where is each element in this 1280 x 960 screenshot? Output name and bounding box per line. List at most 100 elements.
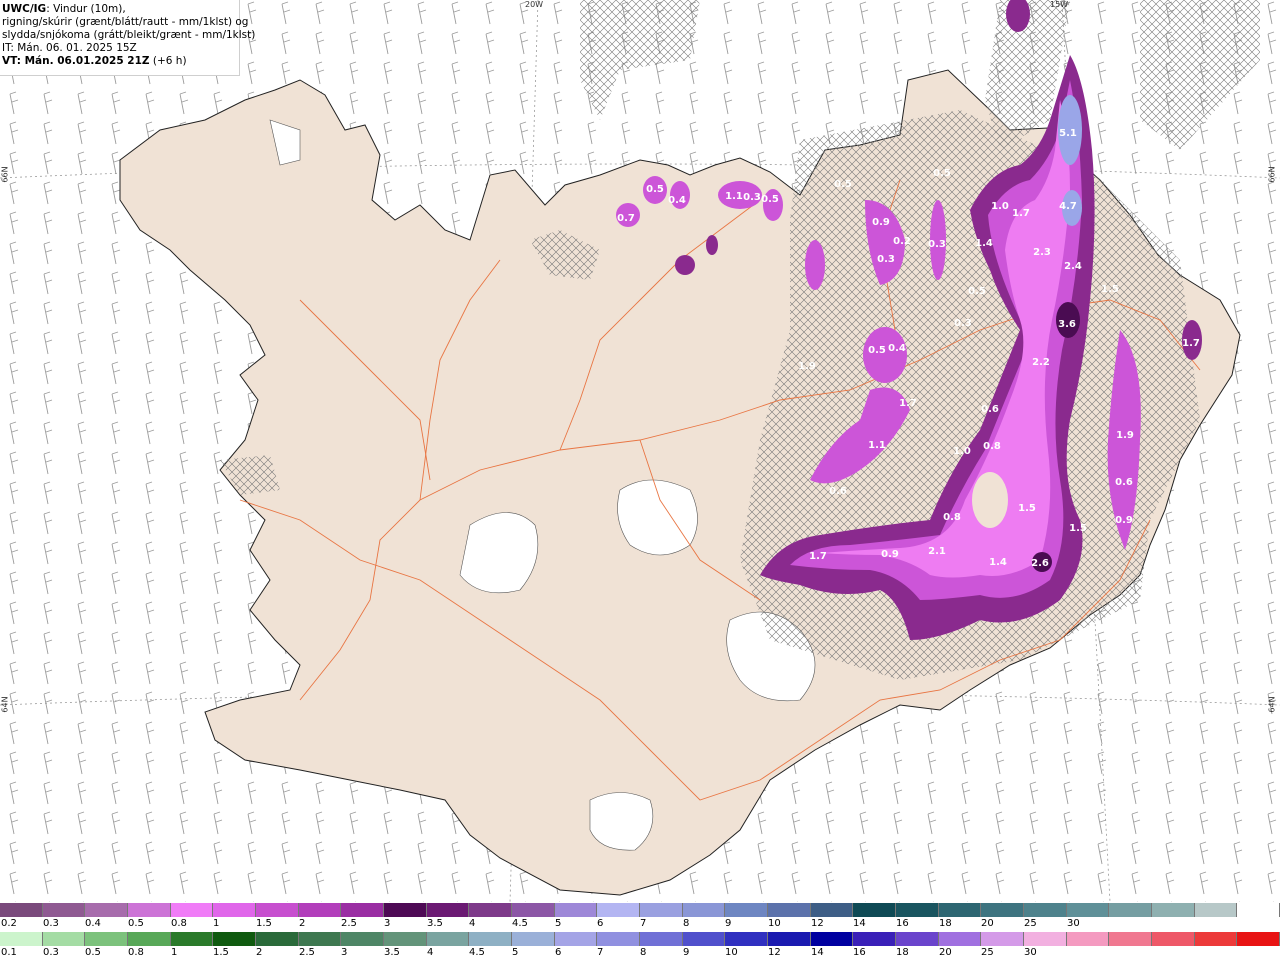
- legend-swatch: [938, 903, 982, 917]
- precip-value-label: 0.5: [834, 179, 852, 190]
- legend-tick-label: 8: [640, 947, 647, 958]
- legend-swatch: [469, 932, 513, 946]
- legend-swatch: [384, 903, 427, 917]
- legend-tick-label: 14: [811, 947, 824, 958]
- info-line2: rigning/skúrir (grænt/blátt/rautt - mm/1…: [2, 16, 249, 28]
- precip-value-label: 1.1: [725, 191, 743, 202]
- legend-swatch: [1194, 932, 1238, 946]
- legend-swatch: [85, 932, 129, 946]
- legend-tick-label: 4: [469, 918, 476, 929]
- legend-swatch: [810, 932, 854, 946]
- legend-tick-label: 3.5: [427, 918, 443, 929]
- legend-swatch: [853, 903, 897, 917]
- legend-snow-colorbar: [0, 903, 1280, 917]
- precip-value-label: 0.4: [888, 343, 906, 354]
- legend-swatch: [768, 903, 811, 917]
- legend-swatch: [768, 932, 811, 946]
- legend-tick-label: 2: [256, 947, 263, 958]
- precip-value-label: 0.5: [968, 286, 986, 297]
- precip-value-label: 2.6: [1031, 558, 1049, 569]
- legend-tick-label: 3.5: [384, 947, 400, 958]
- lat-label-64n-left: 64N: [0, 696, 10, 713]
- legend-swatch: [1237, 932, 1280, 946]
- legend-tick-label: 7: [597, 947, 604, 958]
- precip-value-label: 1.5: [1101, 284, 1119, 295]
- legend-tick-label: 3: [384, 918, 391, 929]
- legend-swatch: [981, 932, 1025, 946]
- precip-value-label: 1.4: [989, 557, 1007, 568]
- precip-value-label: 0.3: [954, 318, 972, 329]
- precip-value-label: 2.1: [928, 546, 946, 557]
- legend-tick-label: 30: [1024, 947, 1037, 958]
- precip-value-label: 0.9: [881, 549, 899, 560]
- legend-swatch: [1066, 903, 1110, 917]
- precip-value-label: 3.6: [1058, 319, 1076, 330]
- legend-swatch: [0, 903, 43, 917]
- legend-tick-label: 20: [939, 947, 952, 958]
- legend-swatch: [1237, 903, 1280, 917]
- legend-swatch: [725, 903, 769, 917]
- precip-value-label: 0.8: [943, 512, 961, 523]
- legend-swatch: [42, 932, 86, 946]
- precip-value-label: 1.9: [1116, 430, 1134, 441]
- legend-tick-label: 0.3: [43, 918, 59, 929]
- legend-tick-label: 9: [725, 918, 732, 929]
- legend-swatch: [469, 903, 513, 917]
- legend-tick-label: 1: [213, 918, 220, 929]
- legend-tick-label: 0.5: [128, 918, 144, 929]
- legend-tick-label: 9: [683, 947, 690, 958]
- legend-swatch: [1024, 903, 1067, 917]
- info-line1: : Vindur (10m),: [46, 3, 126, 15]
- legend-swatch: [1109, 932, 1153, 946]
- legend-swatch: [512, 903, 555, 917]
- precip-value-label: 0.6: [1115, 477, 1133, 488]
- precip-value-label: 1.1: [868, 440, 886, 451]
- legend-tick-label: 4.5: [469, 947, 485, 958]
- lon-label-20w: 20W: [525, 0, 544, 9]
- legend-tick-label: 5: [512, 947, 519, 958]
- legend-tick-label: 2.5: [341, 918, 357, 929]
- legend-tick-label: 10: [768, 918, 781, 929]
- model-name: UWC/IG: [2, 3, 47, 15]
- legend-swatch: [213, 903, 257, 917]
- precip-value-label: 4.7: [1059, 201, 1077, 212]
- legend-tick-label: 2: [299, 918, 306, 929]
- forecast-info-box: UWC/IG: Vindur (10m), rigning/skúrir (gr…: [0, 0, 255, 76]
- precip-value-label: 0.8: [983, 441, 1001, 452]
- precip-value-label: 5.1: [1059, 128, 1077, 139]
- precip-value-label: 0.3: [928, 239, 946, 250]
- precip-value-label: 1.4: [975, 238, 993, 249]
- precip-value-label: 0.5: [761, 194, 779, 205]
- legend-tick-label: 16: [896, 918, 909, 929]
- legend-swatch: [896, 932, 939, 946]
- legend-swatch: [682, 903, 726, 917]
- lon-label-15w: 15W: [1050, 0, 1069, 9]
- legend-swatch: [426, 903, 470, 917]
- legend-swatch: [554, 932, 598, 946]
- legend-tick-label: 1.5: [213, 947, 229, 958]
- legend-swatch: [341, 932, 385, 946]
- legend-swatch: [853, 932, 897, 946]
- legend-swatch: [512, 932, 555, 946]
- legend-swatch: [256, 932, 299, 946]
- initial-time: IT: Mán. 06. 01. 2025 15Z: [2, 42, 137, 54]
- lat-label-66n-left: 66N: [0, 166, 10, 183]
- precip-value-label: 0.6: [829, 486, 847, 497]
- legend-tick-label: 0.8: [171, 918, 187, 929]
- legend-swatch: [170, 932, 214, 946]
- legend-swatch: [640, 903, 683, 917]
- legend-swatch: [981, 903, 1025, 917]
- legend-swatch: [1024, 932, 1067, 946]
- legend-tick-label: 6: [597, 918, 604, 929]
- legend-swatch: [85, 903, 129, 917]
- precip-value-label: 0.4: [668, 195, 686, 206]
- legend-snow-labels: 0.2 0.3 0.4 0.5 0.8 1 1.5 2 2.5 3 3.5 4 4.5 5 6 7 8 9 10 12…: [0, 918, 1280, 930]
- legend-swatch: [298, 932, 342, 946]
- legend-swatch: [256, 903, 299, 917]
- legend-swatch: [896, 903, 939, 917]
- legend-swatch: [128, 903, 171, 917]
- legend-swatch: [938, 932, 982, 946]
- legend-tick-label: 0.3: [43, 947, 59, 958]
- precip-value-label: 0.2: [893, 236, 911, 247]
- precip-value-label: 2.2: [1032, 357, 1050, 368]
